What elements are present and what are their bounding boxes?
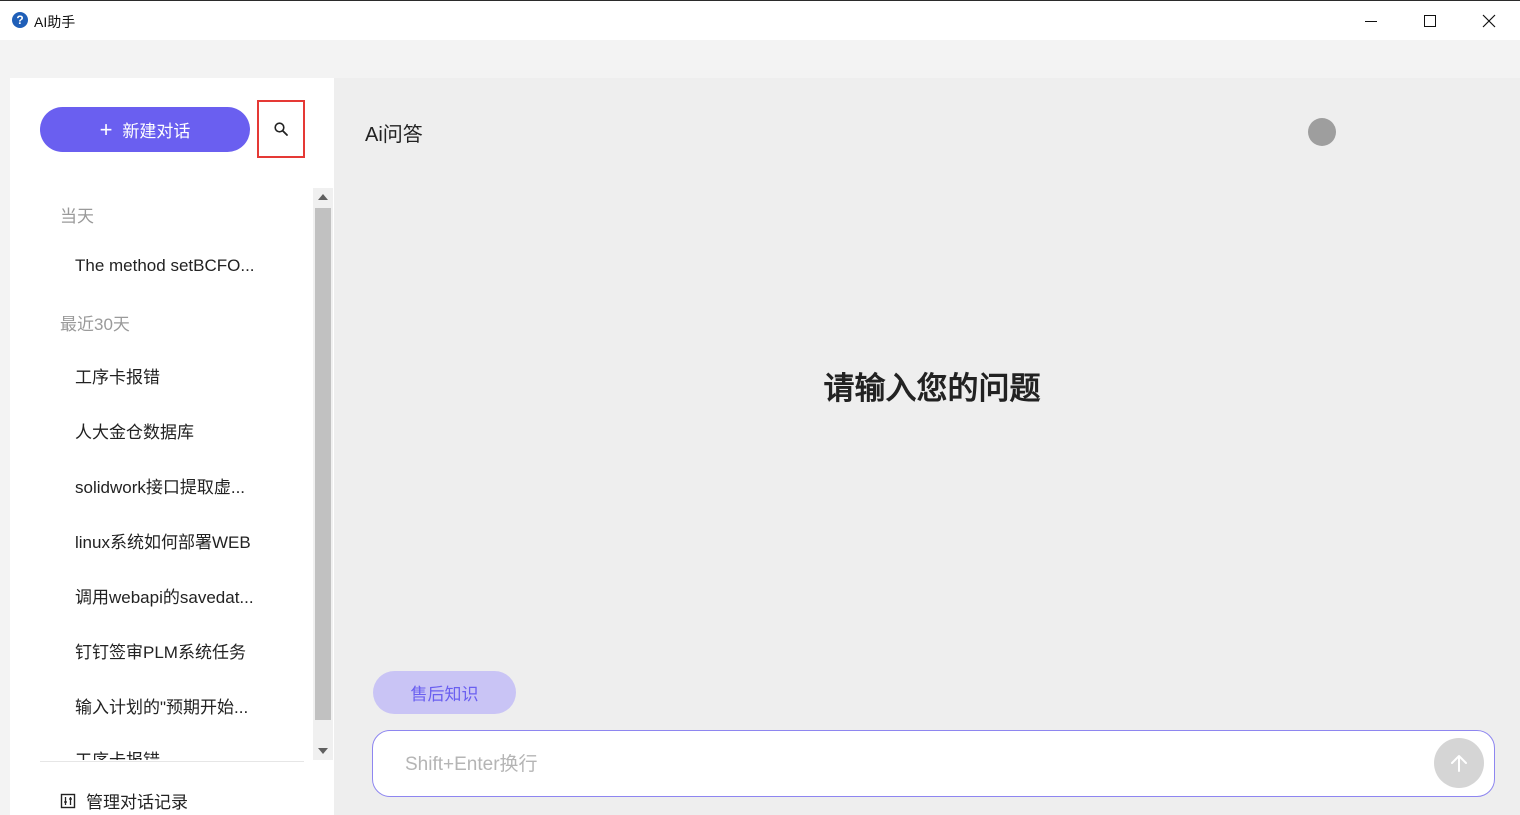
manage-icon (60, 793, 76, 808)
avatar (1308, 118, 1336, 146)
new-chat-button[interactable]: + 新建对话 (40, 107, 250, 152)
send-button[interactable] (1434, 738, 1484, 788)
minimize-icon (1365, 20, 1377, 22)
history-item[interactable]: 输入计划的"预期开始... (75, 693, 305, 718)
arrow-up-icon (1451, 755, 1467, 772)
manage-history-button[interactable]: 管理对话记录 (60, 788, 188, 813)
close-button[interactable] (1460, 1, 1518, 41)
group-label-today: 当天 (60, 207, 94, 226)
history-list: 当天 The method setBCFO... 最近30天 工序卡报错 人大金… (40, 188, 310, 760)
chat-input[interactable] (403, 749, 1407, 781)
app-icon: ? (12, 12, 28, 28)
window-titlebar: ? AI助手 (0, 0, 1520, 40)
search-button[interactable] (263, 111, 299, 147)
plus-icon: + (99, 116, 113, 142)
history-item[interactable]: 工序卡报错 (75, 363, 305, 388)
history-item[interactable]: The method setBCFO... (75, 256, 305, 276)
new-chat-label: 新建对话 (122, 122, 191, 141)
group-label-30days: 最近30天 (60, 315, 130, 334)
page-title: Ai问答 (365, 124, 423, 146)
chat-input-box (372, 730, 1495, 797)
welcome-heading: 请输入您的问题 (823, 371, 1041, 406)
minimize-button[interactable] (1342, 1, 1400, 41)
history-item[interactable]: 钉钉签审PLM系统任务 (75, 638, 305, 663)
history-scrollbar[interactable] (313, 188, 333, 760)
scroll-thumb[interactable] (315, 208, 331, 720)
sidebar: + 新建对话 当天 The method setBCFO... 最近30天 工序… (10, 78, 334, 815)
search-icon (274, 122, 288, 136)
history-item[interactable]: 工序卡报错 (75, 746, 305, 760)
sidebar-divider (40, 761, 304, 762)
main-panel: Ai问答 请输入您的问题 售后知识 (334, 78, 1520, 815)
close-icon (1482, 14, 1496, 28)
left-gutter (0, 78, 10, 815)
user-profile[interactable] (1308, 116, 1504, 148)
history-item[interactable]: linux系统如何部署WEB (75, 528, 305, 553)
history-item[interactable]: 调用webapi的savedat... (75, 583, 305, 608)
scroll-down-icon[interactable] (318, 748, 328, 754)
manage-label: 管理对话记录 (86, 793, 188, 812)
history-item[interactable]: solidwork接口提取虚... (75, 473, 305, 498)
toolbar-strip (0, 40, 1520, 78)
history-item[interactable]: 人大金仓数据库 (75, 418, 305, 443)
maximize-icon (1424, 15, 1436, 27)
maximize-button[interactable] (1401, 1, 1459, 41)
scroll-up-icon[interactable] (318, 194, 328, 200)
knowledge-base-chip[interactable]: 售后知识 (373, 671, 516, 714)
window-title: AI助手 (34, 14, 76, 30)
